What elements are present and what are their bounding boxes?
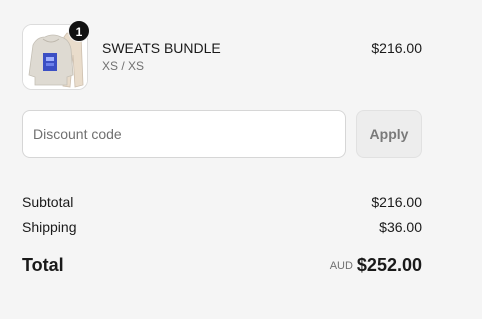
shipping-label: Shipping: [22, 219, 77, 235]
order-summary: 1 SWEATS BUNDLE XS / XS $216.00 Apply Su…: [0, 0, 482, 319]
line-item: 1 SWEATS BUNDLE XS / XS $216.00: [22, 20, 422, 90]
total-value: $252.00: [356, 255, 422, 275]
subtotal-row: Subtotal $216.00: [22, 194, 422, 212]
total-label: Total: [22, 255, 64, 275]
subtotal-value: $216.00: [371, 194, 422, 210]
subtotal-label: Subtotal: [22, 194, 74, 210]
quantity-badge: 1: [68, 20, 90, 42]
product-price: $216.00: [371, 40, 422, 56]
product-variant: XS / XS: [102, 59, 145, 73]
total-price: AUD $252.00: [330, 255, 422, 276]
total-row: Total AUD $252.00: [22, 255, 422, 279]
shipping-value: $36.00: [379, 219, 422, 235]
apply-discount-button[interactable]: Apply: [356, 110, 422, 158]
product-name: SWEATS BUNDLE: [102, 40, 221, 56]
currency-code: AUD: [329, 260, 353, 272]
discount-code-input[interactable]: [22, 110, 346, 158]
shipping-row: Shipping $36.00: [22, 219, 422, 237]
